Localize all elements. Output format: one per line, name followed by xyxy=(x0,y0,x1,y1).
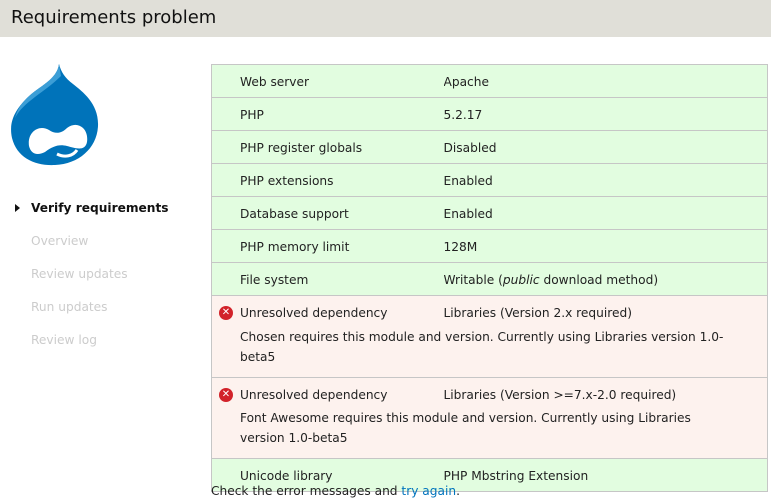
table-row-error: ✕ Unresolved dependency Libraries (Version… xyxy=(211,376,768,408)
table-row-description: Chosen requires this module and version.… xyxy=(211,326,768,377)
table-row-error: ✕ Unresolved dependency Libraries (Version… xyxy=(211,295,768,327)
step-verify-requirements: Verify requirements xyxy=(14,200,169,233)
req-value: Disabled xyxy=(443,130,768,164)
step-overview: Overview xyxy=(31,234,89,248)
error-icon: ✕ xyxy=(219,387,233,402)
req-value: Libraries (Version 2.x required) xyxy=(443,295,768,327)
requirements-table: Web server Apache PHP 5.2.17 PHP register … xyxy=(211,64,768,492)
req-label: Database support xyxy=(211,196,444,230)
req-label: Unresolved dependency xyxy=(240,387,388,402)
step-review-log: Review log xyxy=(31,333,97,347)
value-text: download method) xyxy=(539,273,659,287)
req-value: 128M xyxy=(443,229,768,263)
table-row: Database support Enabled xyxy=(211,196,768,230)
req-label: Web server xyxy=(211,64,444,98)
req-label: PHP register globals xyxy=(211,130,444,164)
table-row: PHP extensions Enabled xyxy=(211,163,768,197)
value-text: Writable ( xyxy=(443,273,503,287)
footer-message: Check the error messages and try again. xyxy=(211,484,460,498)
step-review-updates: Review updates xyxy=(31,267,128,281)
req-value: Enabled xyxy=(443,163,768,197)
req-label: PHP extensions xyxy=(211,163,444,197)
table-row: File system Writable (public download met… xyxy=(211,262,768,296)
step-run-updates: Run updates xyxy=(31,300,108,314)
req-value: Enabled xyxy=(443,196,768,230)
page-header: Requirements problem xyxy=(0,0,771,37)
req-description: Font Awesome requires this module and ve… xyxy=(211,408,768,459)
req-label: PHP memory limit xyxy=(211,229,444,263)
install-steps: Verify requirements Overview Review upda… xyxy=(14,200,169,365)
req-value: 5.2.17 xyxy=(443,97,768,131)
error-icon: ✕ xyxy=(219,306,233,320)
req-value: PHP Mbstring Extension xyxy=(443,458,768,492)
table-row-description: Font Awesome requires this module and ve… xyxy=(211,408,768,459)
try-again-link[interactable]: try again xyxy=(401,484,456,498)
table-row: PHP memory limit 128M xyxy=(211,229,768,263)
req-label: File system xyxy=(211,262,444,296)
req-label-cell: ✕ Unresolved dependency xyxy=(211,376,444,408)
table-row: PHP register globals Disabled xyxy=(211,130,768,164)
footer-text: Check the error messages and xyxy=(211,484,402,498)
drupal-logo xyxy=(11,64,99,166)
req-label: PHP xyxy=(211,97,444,131)
req-description: Chosen requires this module and version.… xyxy=(211,326,768,377)
value-emphasis: public xyxy=(502,273,540,287)
req-label-cell: ✕ Unresolved dependency xyxy=(211,295,444,327)
req-value: Apache xyxy=(443,64,768,98)
page-title: Requirements problem xyxy=(11,7,217,28)
footer-end: . xyxy=(456,484,460,498)
req-label: Unresolved dependency xyxy=(240,306,388,320)
req-value: Libraries (Version >=7.x-2.0 required) xyxy=(443,376,768,408)
table-row: PHP 5.2.17 xyxy=(211,97,768,131)
table-row: Web server Apache xyxy=(211,64,768,98)
req-value: Writable (public download method) xyxy=(443,262,768,296)
